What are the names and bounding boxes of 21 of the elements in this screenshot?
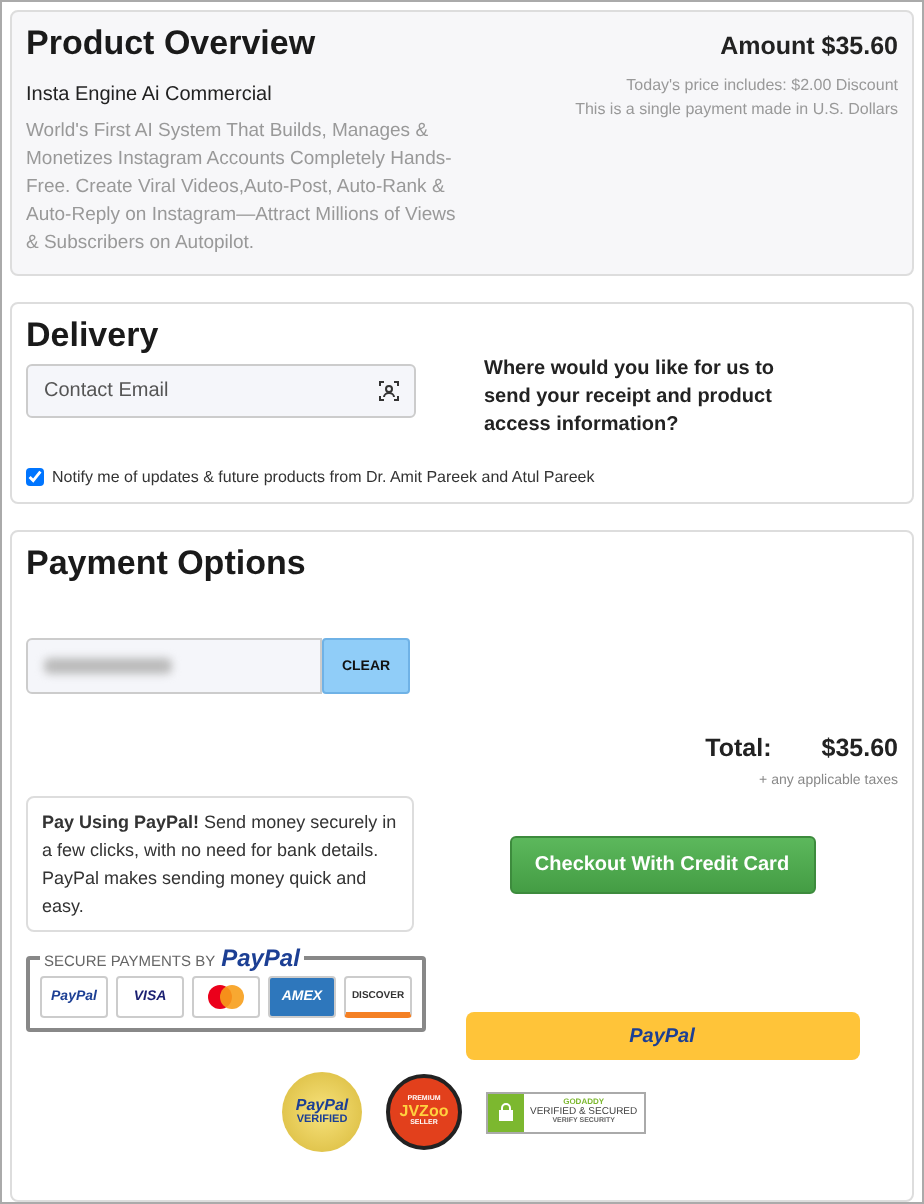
notify-checkbox[interactable] bbox=[26, 468, 44, 486]
coupon-field[interactable] bbox=[26, 638, 322, 694]
notify-label: Notify me of updates & future products from Dr. Amit Pareek and Atul Pareek bbox=[52, 468, 595, 486]
total-label: Total: bbox=[705, 734, 772, 762]
paypal-wordmark: PayPal bbox=[221, 944, 300, 972]
product-name: Insta Engine Ai Commercial bbox=[26, 84, 274, 106]
contact-icon bbox=[378, 380, 400, 402]
section-title: Delivery bbox=[26, 316, 161, 356]
price-note: This is a single payment made in U.S. Dollars bbox=[575, 98, 898, 122]
paypal-button[interactable]: PayPal bbox=[465, 1012, 859, 1060]
section-title: Product Overview bbox=[26, 24, 318, 64]
total-amount: $35.60 bbox=[821, 734, 898, 762]
product-description: World's First AI System That Builds, Manages & Monetizes Instagram Accounts Completely Hands-Free. Create Viral Videos,Auto-Post, Auto-Rank & Auto-Reply on Instagram—Attract Millions of Views & Subscribers on Autopilot. bbox=[26, 118, 458, 258]
lock-icon bbox=[498, 1102, 514, 1122]
price-note: Today's price includes: $2.00 Discount bbox=[624, 74, 898, 98]
amount-text: Amount $35.60 bbox=[718, 32, 898, 60]
mastercard-logo bbox=[192, 976, 260, 1018]
paypal-info: Pay Using PayPal! Send money securely in a few clicks, with no need for bank details. PayPal makes sending money quick and easy. bbox=[26, 796, 414, 932]
email-field[interactable]: Contact Email bbox=[26, 364, 416, 418]
section-title: Payment Options bbox=[26, 544, 308, 584]
delivery-question: Where would you like for us to send your receipt and product access information? bbox=[484, 356, 777, 440]
